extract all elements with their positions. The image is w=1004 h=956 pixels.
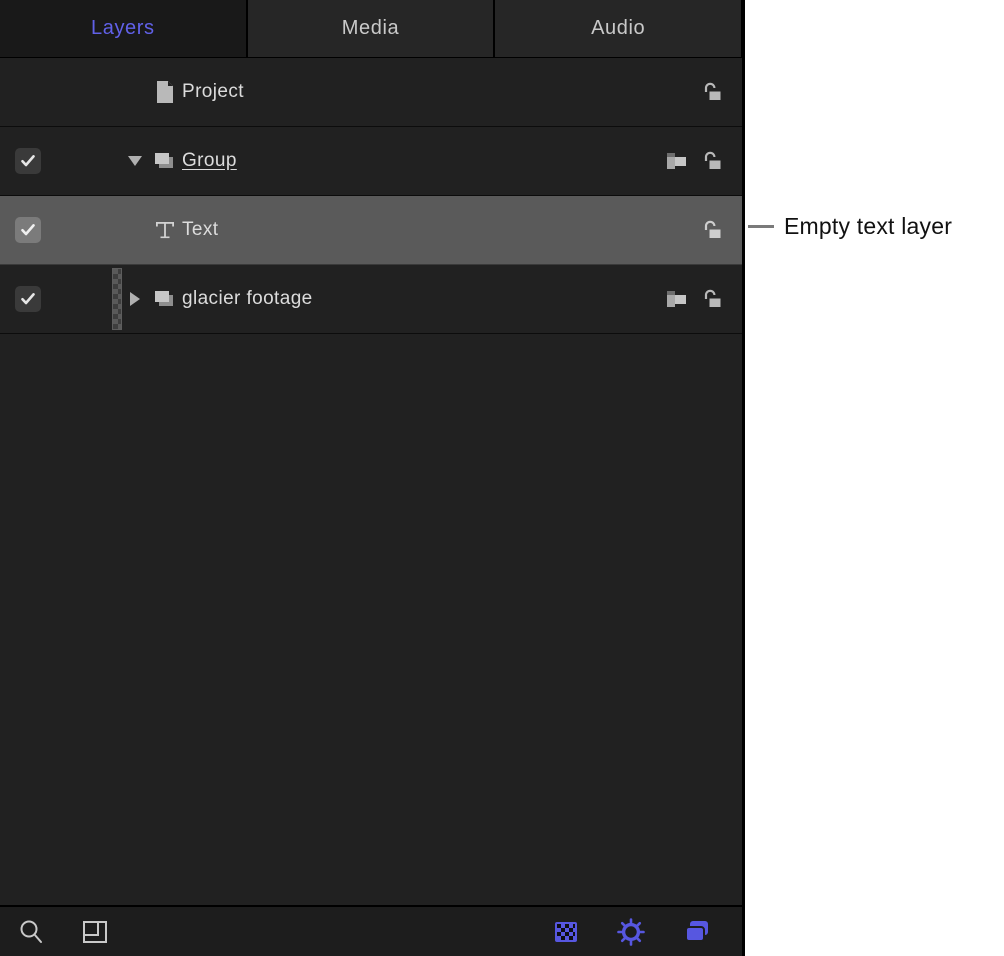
row-body: Text [122,218,698,242]
callout-label: Empty text layer [784,213,952,240]
layer-list: Project [0,58,742,905]
toolbar-right-group [552,917,726,947]
search-icon[interactable] [16,917,46,947]
table-row[interactable]: Text [0,196,742,265]
unlock-icon[interactable] [698,286,724,312]
row-body: glacier footage [122,286,664,312]
annotation-callout: Empty text layer [748,213,952,240]
tab-layers-label: Layers [91,17,155,40]
glacier-thumbnail[interactable] [112,268,122,330]
tab-bar: Layers Media Audio [0,0,742,58]
unlock-icon[interactable] [698,79,724,105]
tab-layers[interactable]: Layers [0,0,247,57]
disclosure-triangle-expanded[interactable] [122,154,148,168]
row-right-icons [664,148,742,174]
mask-icon[interactable] [664,148,690,174]
row-body: Group [122,148,664,174]
document-icon [148,80,182,104]
disclosure-triangle-collapsed[interactable] [122,291,148,307]
bottom-toolbar [0,905,742,956]
table-row[interactable]: Group [0,127,742,196]
table-row[interactable]: Project [0,58,742,127]
visibility-checkbox[interactable] [0,148,56,174]
visibility-checkbox[interactable] [0,286,56,312]
row-right-icons [698,217,742,243]
row-right-icons [698,79,742,105]
checkbox-box [15,148,41,174]
callout-leader-line [748,225,774,228]
row-body: Project [122,80,698,104]
layer-name[interactable]: glacier footage [182,288,313,310]
row-thumbnail-slot [56,268,122,330]
checkerboard-icon[interactable] [552,918,580,946]
group-icon [148,286,182,312]
checkbox-box [15,217,41,243]
tab-audio-label: Audio [591,17,645,40]
tab-audio[interactable]: Audio [494,0,742,57]
mask-icon[interactable] [664,286,690,312]
group-icon [148,148,182,174]
visibility-checkbox[interactable] [0,217,56,243]
tab-media[interactable]: Media [247,0,495,57]
layer-name[interactable]: Group [182,150,237,172]
unlock-icon[interactable] [698,148,724,174]
toolbar-left-group [16,917,110,947]
unlock-icon[interactable] [698,217,724,243]
text-icon [148,218,182,242]
layers-panel: Layers Media Audio Project [0,0,745,956]
tab-media-label: Media [342,17,399,40]
checkbox-box [15,286,41,312]
layers-stack-icon[interactable] [682,917,712,947]
layer-name[interactable]: Text [182,219,218,241]
layer-name[interactable]: Project [182,81,244,103]
table-row[interactable]: glacier footage [0,265,742,334]
gear-icon[interactable] [616,917,646,947]
row-right-icons [664,286,742,312]
layout-icon[interactable] [80,917,110,947]
